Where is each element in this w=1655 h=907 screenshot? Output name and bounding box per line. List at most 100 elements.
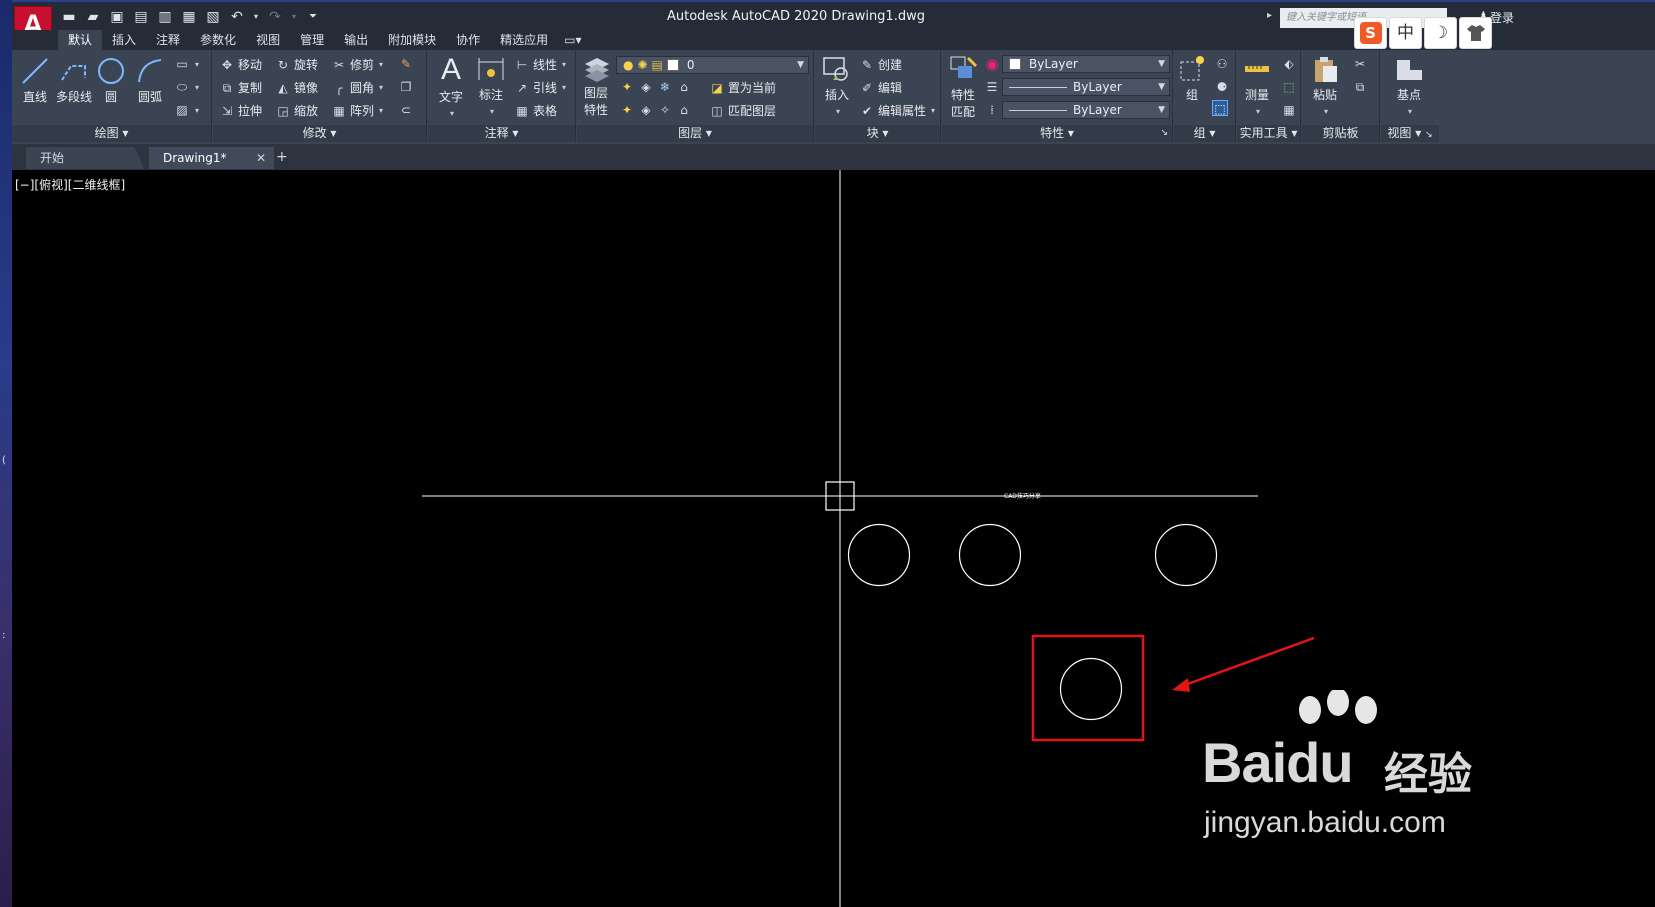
line-button[interactable]: 直线 xyxy=(18,56,52,105)
offset-button[interactable]: ⊂ xyxy=(398,102,414,118)
plot-icon[interactable]: ▧ xyxy=(204,8,222,26)
tab-view[interactable]: 视图 xyxy=(246,30,290,50)
search-expand-icon[interactable]: ▸ xyxy=(1267,10,1272,21)
edit-block-button[interactable]: ✐ 编辑 xyxy=(859,79,902,96)
open-from-web-icon[interactable]: ▥ xyxy=(156,8,174,26)
tab-insert[interactable]: 插入 xyxy=(102,30,146,50)
array-button[interactable]: ▦ 阵列 ▾ xyxy=(331,102,383,119)
base-view-button[interactable]: 基点 ▾ xyxy=(1391,54,1427,117)
measure-button[interactable]: 测量 ▾ xyxy=(1241,54,1273,117)
tab-manage[interactable]: 管理 xyxy=(290,30,334,50)
edit-attributes-button[interactable]: ✔ 编辑属性 ▾ xyxy=(859,102,935,119)
tab-annotate[interactable]: 注释 xyxy=(146,30,190,50)
arc-button[interactable]: 圆弧 xyxy=(132,56,168,105)
ungroup-icon[interactable]: ⚇ xyxy=(1214,56,1230,72)
skin-shirt-icon[interactable] xyxy=(1459,17,1492,49)
polyline-label: 多段线 xyxy=(55,90,92,104)
tab-output[interactable]: 输出 xyxy=(334,30,378,50)
panel-layers-title[interactable]: 图层 ▾ xyxy=(577,125,813,142)
save-to-web-icon[interactable]: ▦ xyxy=(180,8,198,26)
panel-properties-title[interactable]: 特性 ▾ ↘ xyxy=(942,125,1172,142)
fillet-button[interactable]: ╭ 圆角 ▾ xyxy=(331,79,383,96)
panel-modify-title[interactable]: 修改 ▾ xyxy=(213,125,426,142)
lineweight-dropdown[interactable]: ByLayer ▼ xyxy=(1002,101,1170,119)
tab-featured-apps[interactable]: 精选应用 xyxy=(490,30,558,50)
panel-view-title[interactable]: 视图 ▾ ↘ xyxy=(1381,125,1439,142)
tab-start[interactable]: 开始 xyxy=(26,147,144,169)
panel-utilities-title[interactable]: 实用工具 ▾ xyxy=(1237,125,1300,142)
insert-block-button[interactable]: 插入 ▾ xyxy=(819,54,855,117)
create-block-button[interactable]: ✎ 创建 xyxy=(859,56,902,73)
red-highlight-box xyxy=(1031,634,1145,742)
layer-properties-button[interactable]: 图层 特性 xyxy=(579,54,613,118)
ellipse-button[interactable]: ⬭ ▾ xyxy=(174,79,199,95)
moon-icon[interactable]: ☽ xyxy=(1424,17,1457,49)
edit-attributes-icon: ✔ xyxy=(861,103,873,118)
set-current-button[interactable]: ◪ 置为当前 xyxy=(709,79,776,96)
trim-button[interactable]: ✂ 修剪 ▾ xyxy=(331,56,383,73)
match-layer-button[interactable]: ◫ 匹配图层 xyxy=(709,102,776,119)
save-icon[interactable]: ▣ xyxy=(108,8,126,26)
open-folder-icon[interactable]: ▰ xyxy=(84,8,102,26)
ime-chinese-mode-button[interactable]: 中 xyxy=(1389,17,1422,49)
new-file-icon[interactable]: ▬ xyxy=(60,8,78,26)
table-button[interactable]: ▦ 表格 xyxy=(514,102,557,119)
ribbon-toggle-icon[interactable]: ▭▾ xyxy=(564,30,581,50)
color-wheel-icon[interactable]: ◉ xyxy=(984,56,1000,72)
tab-default[interactable]: 默认 xyxy=(58,30,103,50)
match-properties-button[interactable]: 特性 匹配 xyxy=(946,54,980,120)
linetype-dropdown[interactable]: ByLayer ▼ xyxy=(1002,78,1170,96)
login-button[interactable]: 登录 xyxy=(1490,9,1514,26)
save-as-icon[interactable]: ▤ xyxy=(132,8,150,26)
leader-button[interactable]: ↗ 引线 ▾ xyxy=(514,79,566,96)
layer-dropdown[interactable]: ● ✺ ▤ 0 ▼ xyxy=(616,56,809,74)
copy-button[interactable]: ⧉ 复制 xyxy=(219,79,262,96)
group-button[interactable]: 组 xyxy=(1176,54,1208,103)
paste-button[interactable]: 粘贴 ▾ xyxy=(1308,54,1342,117)
circle-button[interactable]: 圆 xyxy=(94,56,128,105)
tab-drawing1[interactable]: Drawing1* ✕ xyxy=(149,147,274,169)
panel-block-title[interactable]: 块 ▾ xyxy=(815,125,940,142)
stretch-button[interactable]: ⇲ 拉伸 xyxy=(219,102,262,119)
undo-icon[interactable]: ↶ xyxy=(228,8,246,26)
layer-unisolate-icon: ◈ xyxy=(641,103,651,117)
panel-groups-title[interactable]: 组 ▾ xyxy=(1174,125,1235,142)
linear-dim-button[interactable]: ⊢ 线性 ▾ xyxy=(514,56,566,73)
layer-tools-row1[interactable]: ✦ ◈ ❄ ⌂ xyxy=(619,79,692,95)
group-select-icon[interactable]: ⬚ xyxy=(1212,100,1228,116)
quick-select-icon[interactable]: ⬖ xyxy=(1281,56,1297,72)
explode-button[interactable]: ❐ xyxy=(398,79,414,95)
close-icon[interactable]: ✕ xyxy=(256,147,266,169)
redo-dropdown-icon[interactable]: ▾ xyxy=(290,8,298,26)
rotate-button[interactable]: ↻ 旋转 xyxy=(275,56,318,73)
drawing-canvas[interactable]: [−][俯视][二维线框] CAD技巧分享 Baidu 经验 jingyan.b… xyxy=(12,170,1655,907)
cut-icon[interactable]: ✂ xyxy=(1352,56,1368,72)
tab-parametric[interactable]: 参数化 xyxy=(190,30,246,50)
dimension-button[interactable]: 标注 ▾ xyxy=(472,54,510,117)
layer-color-swatch xyxy=(666,59,679,71)
erase-button[interactable]: ✎ xyxy=(398,56,414,72)
mirror-button[interactable]: ◭ 镜像 xyxy=(275,79,318,96)
rectangle-button[interactable]: ▭ ▾ xyxy=(174,56,199,72)
layer-tools-row2[interactable]: ✦ ◈ ✧ ⌂ xyxy=(619,102,692,118)
color-dropdown[interactable]: ByLayer ▼ xyxy=(1002,55,1170,73)
redo-icon[interactable]: ↷ xyxy=(266,8,284,26)
text-button[interactable]: A 文字 ▾ xyxy=(434,54,468,119)
hatch-button[interactable]: ▨ ▾ xyxy=(174,102,199,118)
tab-collaborate[interactable]: 协作 xyxy=(446,30,490,50)
scale-button[interactable]: ◲ 缩放 xyxy=(275,102,318,119)
sogou-ime-icon[interactable]: S xyxy=(1354,17,1387,49)
group-edit-icon[interactable]: ⚈ xyxy=(1214,79,1230,95)
panel-draw-title[interactable]: 绘图 ▾ xyxy=(12,125,211,142)
undo-dropdown-icon[interactable]: ▾ xyxy=(252,8,260,26)
polyline-button[interactable]: 多段线 xyxy=(54,56,94,105)
move-button[interactable]: ✥ 移动 xyxy=(219,56,262,73)
new-tab-plus-icon[interactable]: + xyxy=(276,149,288,165)
panel-clipboard-title[interactable]: 剪贴板 xyxy=(1302,125,1379,142)
customize-qat-icon[interactable]: ⏷ xyxy=(304,8,322,26)
calculator-icon[interactable]: ▦ xyxy=(1281,102,1297,118)
copy-clip-icon[interactable]: ⧉ xyxy=(1352,79,1368,95)
select-all-icon[interactable]: ⬚ xyxy=(1281,79,1297,95)
panel-annotation-title[interactable]: 注释 ▾ xyxy=(428,125,575,142)
tab-addins[interactable]: 附加模块 xyxy=(378,30,446,50)
